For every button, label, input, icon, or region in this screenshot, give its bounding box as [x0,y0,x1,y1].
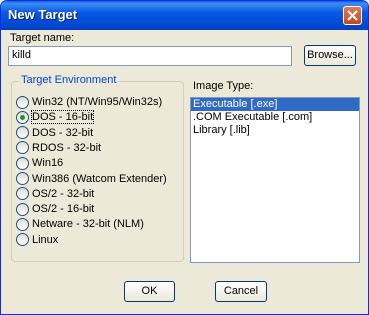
target-environment-title: Target Environment [19,74,119,86]
environment-option[interactable]: RDOS - 32-bit [16,140,101,156]
ok-button[interactable]: OK [124,281,175,302]
environment-option[interactable]: Linux [16,232,58,248]
environment-option-label: Netware - 32-bit (NLM) [32,218,144,231]
close-button[interactable] [343,6,362,25]
environment-option[interactable]: Win386 (Watcom Extender) [16,171,167,187]
environment-option-label: Linux [32,233,59,246]
environment-option-label: RDOS - 32-bit [32,141,102,154]
radio-button[interactable] [16,156,29,170]
new-target-dialog: New Target Target name: killd Browse... … [0,0,369,315]
environment-option-label: Win386 (Watcom Extender) [32,172,167,185]
environment-option[interactable]: DOS - 32-bit [16,125,93,141]
radio-button[interactable] [16,172,29,185]
environment-option-label: OS/2 - 32-bit [32,187,95,200]
environment-option[interactable]: Win32 (NT/Win95/Win32s) [16,94,162,110]
image-type-item[interactable]: Library [.lib] [191,124,359,137]
environment-option-label: Win32 (NT/Win95/Win32s) [32,96,163,108]
environment-option[interactable]: OS/2 - 16-bit [16,201,94,217]
close-icon [347,10,358,21]
title-bar[interactable]: New Target [1,1,368,30]
ok-button-label: OK [141,285,158,297]
environment-option-label: DOS - 32-bit [32,126,94,139]
radio-button[interactable] [16,187,29,201]
target-name-label: Target name: [10,32,75,44]
radio-button[interactable] [16,141,29,155]
cancel-button-label: Cancel [223,285,259,297]
environment-option-label: DOS - 16-bit [30,110,95,125]
environment-option[interactable]: OS/2 - 32-bit [16,186,94,202]
browse-button[interactable]: Browse... [304,45,356,66]
radio-button[interactable] [16,95,29,109]
image-type-item[interactable]: Executable [.exe] [191,98,359,111]
browse-button-label: Browse... [307,49,353,61]
radio-button[interactable] [16,202,29,216]
environment-option[interactable]: DOS - 16-bit [16,109,95,125]
image-type-item[interactable]: .COM Executable [.com] [191,111,359,124]
radio-button[interactable] [16,233,29,247]
radio-button[interactable] [16,110,29,124]
environment-option-label: Win16 [32,157,64,170]
environment-option[interactable]: Netware - 32-bit (NLM) [16,216,144,232]
target-name-input[interactable]: killd [8,46,292,66]
environment-option-label: OS/2 - 16-bit [32,203,95,216]
cancel-button[interactable]: Cancel [215,281,267,302]
image-type-label: Image Type: [193,80,254,92]
dialog-title: New Target [8,7,78,22]
radio-button[interactable] [16,217,29,231]
image-type-listbox[interactable]: Executable [.exe] .COM Executable [.com] L… [190,97,360,263]
environment-option[interactable]: Win16 [16,155,63,171]
radio-button[interactable] [16,126,29,140]
